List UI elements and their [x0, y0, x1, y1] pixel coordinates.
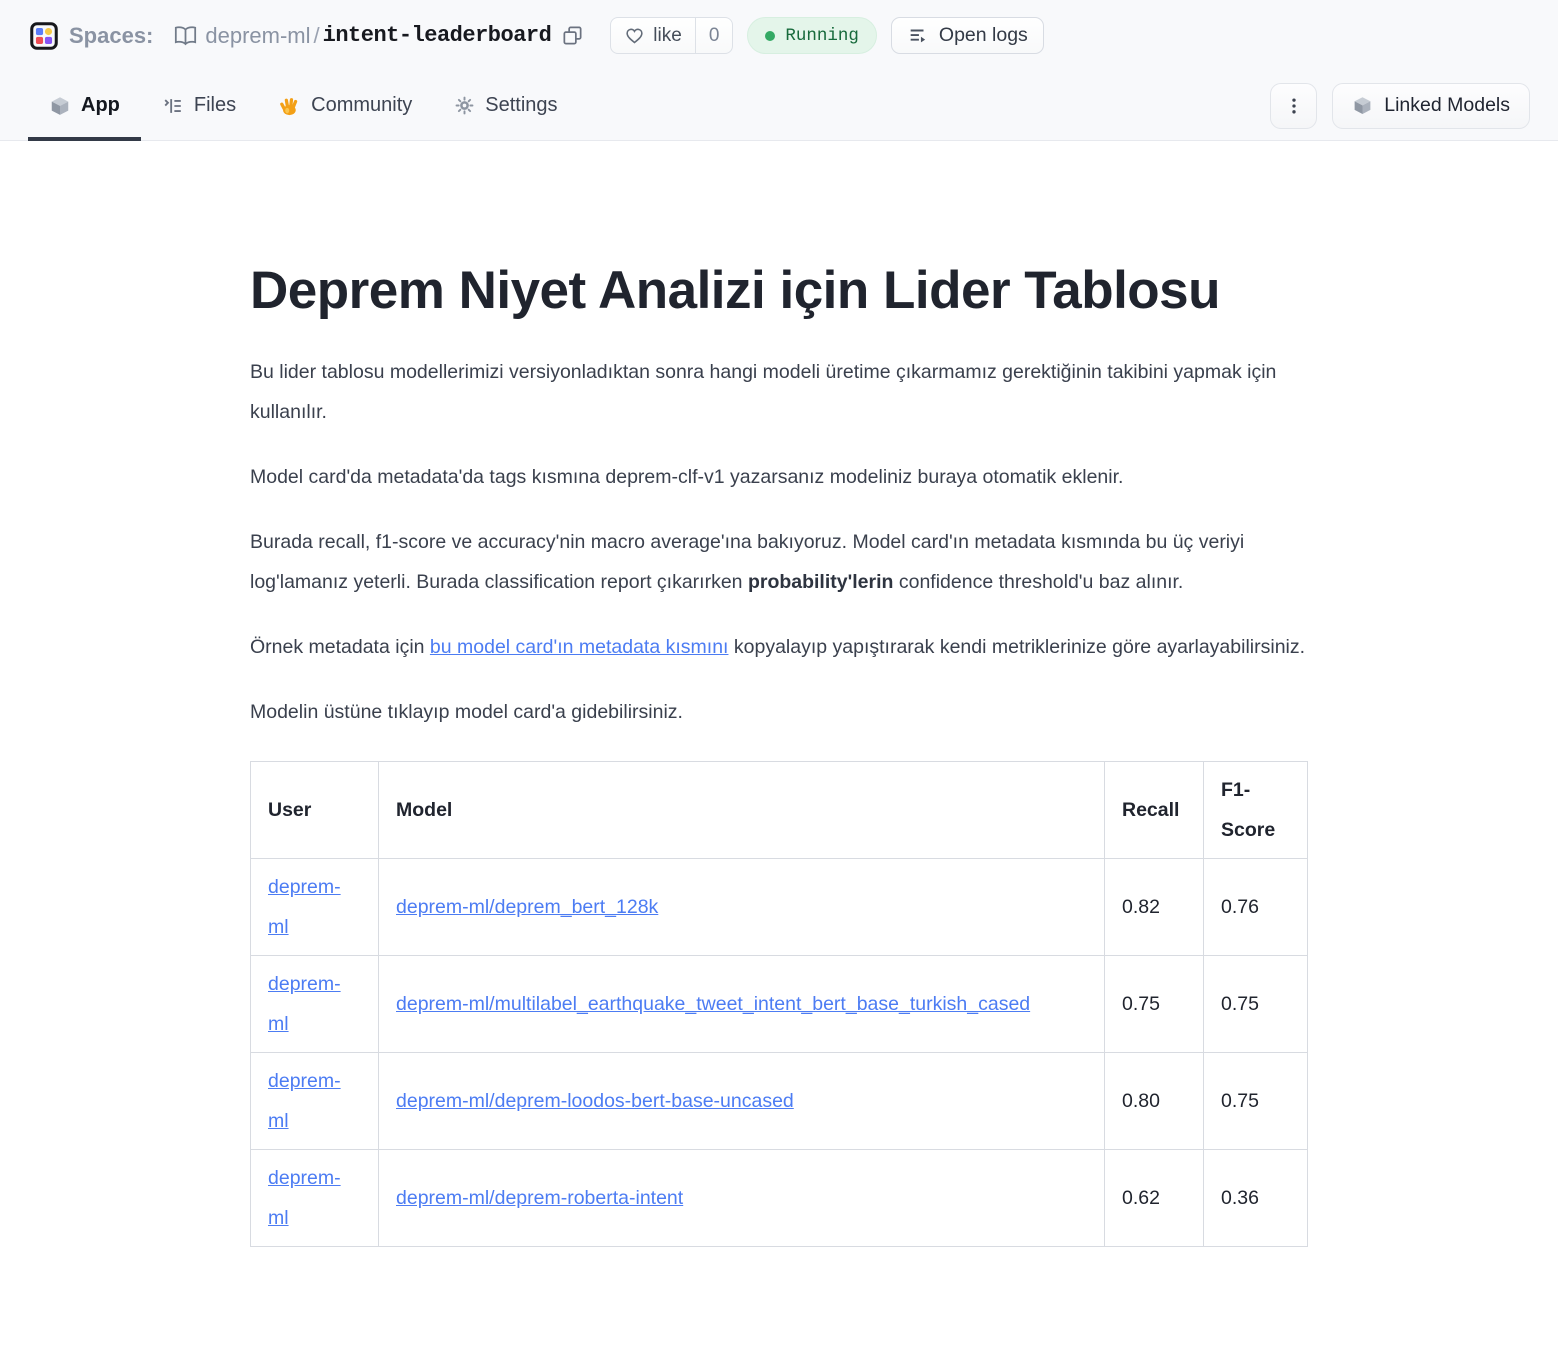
- user-link[interactable]: deprem-ml: [268, 1167, 341, 1229]
- table-row: deprem-ml deprem-ml/deprem-loodos-bert-b…: [251, 1053, 1308, 1150]
- example-text-before: Örnek metadata için: [250, 636, 430, 658]
- recall-value: 0.62: [1105, 1150, 1204, 1247]
- recall-value: 0.75: [1105, 956, 1204, 1053]
- more-options-button[interactable]: [1270, 83, 1317, 129]
- cube-icon: [49, 95, 71, 117]
- breadcrumb-separator: /: [314, 23, 320, 49]
- tab-bar: App Files: [0, 71, 1558, 141]
- model-link[interactable]: deprem-ml/deprem_bert_128k: [396, 896, 658, 918]
- model-link[interactable]: deprem-ml/multilabel_earthquake_tweet_in…: [396, 993, 1030, 1015]
- heart-icon: [624, 25, 645, 46]
- tab-bar-right: Linked Models: [1270, 71, 1530, 140]
- metrics-bold-text: probability'lerin: [748, 571, 894, 593]
- top-header: Spaces: deprem-ml / intent-leaderboard: [0, 0, 1558, 141]
- intro-paragraph: Bu lider tablosu modellerimizi versiyonl…: [250, 352, 1308, 432]
- metrics-text-after: confidence threshold'u baz alınır.: [893, 571, 1183, 593]
- open-logs-button[interactable]: Open logs: [891, 17, 1044, 54]
- status-text: Running: [785, 26, 859, 46]
- header-actions: like 0 Running Open logs: [610, 17, 1044, 54]
- column-header-user: User: [251, 762, 379, 859]
- book-icon: [173, 23, 198, 48]
- click-model-paragraph: Modelin üstüne tıklayıp model card'a gid…: [250, 692, 1308, 732]
- cube-icon: [1352, 95, 1373, 116]
- f1-value: 0.36: [1204, 1150, 1308, 1247]
- breadcrumb: Spaces: deprem-ml / intent-leaderboard: [30, 22, 584, 50]
- column-header-recall: Recall: [1105, 762, 1204, 859]
- table-header-row: User Model Recall F1-Score: [251, 762, 1308, 859]
- linked-models-label: Linked Models: [1384, 94, 1510, 117]
- file-tree-icon: [162, 95, 184, 117]
- like-label: like: [653, 25, 682, 47]
- header-row: Spaces: deprem-ml / intent-leaderboard: [0, 0, 1558, 71]
- running-dot-icon: [765, 31, 775, 41]
- column-header-f1: F1-Score: [1204, 762, 1308, 859]
- copy-icon: [561, 24, 584, 47]
- f1-value: 0.75: [1204, 1053, 1308, 1150]
- logs-icon: [907, 25, 929, 47]
- user-link[interactable]: deprem-ml: [268, 1070, 341, 1132]
- tags-paragraph: Model card'da metadata'da tags kısmına d…: [250, 457, 1308, 497]
- kebab-icon: [1284, 95, 1304, 117]
- app-content: Deprem Niyet Analizi için Lider Tablosu …: [250, 141, 1308, 1287]
- community-icon: [278, 94, 301, 117]
- tab-app-label: App: [81, 94, 120, 117]
- column-header-model: Model: [379, 762, 1105, 859]
- tab-community-label: Community: [311, 94, 412, 117]
- leaderboard-table: User Model Recall F1-Score deprem-ml dep…: [250, 761, 1308, 1247]
- tab-settings-label: Settings: [485, 94, 557, 117]
- recall-value: 0.82: [1105, 859, 1204, 956]
- f1-value: 0.76: [1204, 859, 1308, 956]
- page-title: Deprem Niyet Analizi için Lider Tablosu: [250, 260, 1308, 321]
- copy-repo-name-button[interactable]: [561, 24, 584, 47]
- open-logs-label: Open logs: [939, 24, 1028, 47]
- owner-link[interactable]: deprem-ml: [205, 23, 310, 49]
- tab-settings[interactable]: Settings: [433, 71, 578, 140]
- model-card-metadata-link[interactable]: bu model card'ın metadata kısmını: [430, 636, 729, 658]
- like-count[interactable]: 0: [696, 18, 733, 53]
- gear-icon: [454, 95, 475, 116]
- status-badge[interactable]: Running: [747, 17, 877, 54]
- user-link[interactable]: deprem-ml: [268, 973, 341, 1035]
- linked-models-button[interactable]: Linked Models: [1332, 83, 1530, 129]
- repo-name-link[interactable]: intent-leaderboard: [323, 23, 552, 48]
- spaces-label: Spaces:: [69, 23, 153, 49]
- tab-app[interactable]: App: [28, 71, 141, 140]
- metrics-paragraph: Burada recall, f1-score ve accuracy'nin …: [250, 522, 1308, 602]
- table-row: deprem-ml deprem-ml/deprem_bert_128k 0.8…: [251, 859, 1308, 956]
- tab-files-label: Files: [194, 94, 236, 117]
- recall-value: 0.80: [1105, 1053, 1204, 1150]
- table-row: deprem-ml deprem-ml/deprem-roberta-inten…: [251, 1150, 1308, 1247]
- model-link[interactable]: deprem-ml/deprem-loodos-bert-base-uncase…: [396, 1090, 794, 1112]
- model-link[interactable]: deprem-ml/deprem-roberta-intent: [396, 1187, 683, 1209]
- example-text-after: kopyalayıp yapıştırarak kendi metrikleri…: [728, 636, 1305, 658]
- spaces-logo-icon[interactable]: [30, 22, 58, 50]
- table-row: deprem-ml deprem-ml/multilabel_earthquak…: [251, 956, 1308, 1053]
- f1-value: 0.75: [1204, 956, 1308, 1053]
- like-button[interactable]: like 0: [610, 17, 733, 54]
- tab-files[interactable]: Files: [141, 71, 257, 140]
- example-metadata-paragraph: Örnek metadata için bu model card'ın met…: [250, 627, 1308, 667]
- tab-community[interactable]: Community: [257, 71, 433, 140]
- user-link[interactable]: deprem-ml: [268, 876, 341, 938]
